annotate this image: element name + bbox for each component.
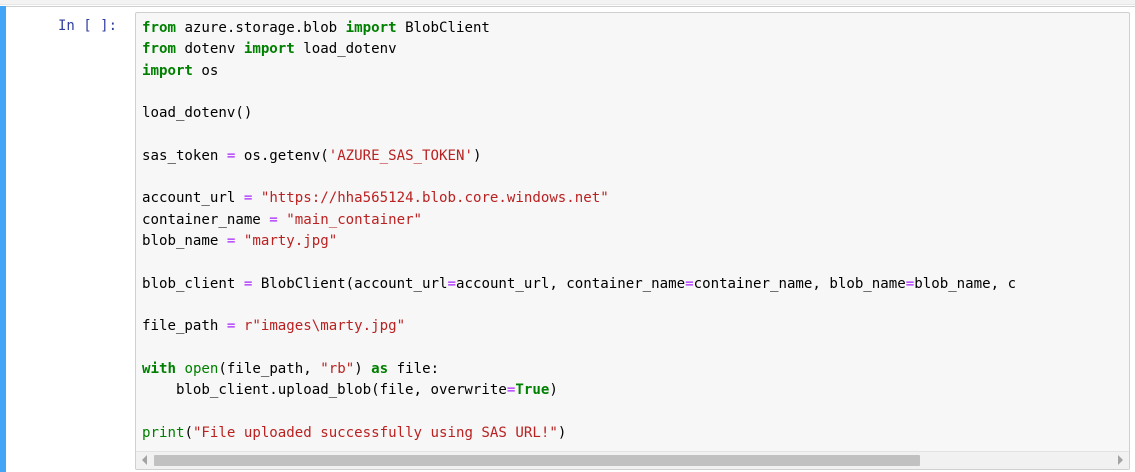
code-line[interactable]: load_dotenv() bbox=[142, 103, 1129, 124]
operator-token: = bbox=[685, 275, 694, 292]
scroll-left-arrow-icon[interactable] bbox=[142, 455, 147, 465]
code-line[interactable]: blob_client.upload_blob(file, overwrite=… bbox=[142, 380, 1129, 401]
operator-token: = bbox=[447, 275, 457, 292]
code-line[interactable]: file_path = r"images\marty.jpg" bbox=[142, 316, 1129, 337]
string-token: "marty.jpg" bbox=[243, 232, 338, 249]
string-token: "File uploaded successfully using SAS UR… bbox=[192, 424, 558, 441]
input-prompt: In [ ]: bbox=[58, 18, 118, 34]
builtin-token: print bbox=[142, 424, 185, 441]
keyword-token: import bbox=[142, 62, 193, 79]
code-token: blob_client.upload_blob(file, overwrite bbox=[142, 382, 507, 399]
code-line[interactable]: from azure.storage.blob import BlobClien… bbox=[142, 18, 1129, 39]
scroll-thumb[interactable] bbox=[154, 455, 920, 466]
code-line[interactable]: import os bbox=[142, 61, 1129, 82]
string-token: "https://hha565124.blob.core.windows.net… bbox=[260, 190, 609, 207]
code-token: ) bbox=[557, 424, 567, 441]
code-token: container_name bbox=[142, 211, 270, 228]
code-token: BlobClient bbox=[396, 20, 490, 36]
code-editor[interactable]: from azure.storage.blob import BlobClien… bbox=[135, 12, 1130, 470]
cell-selection-bar bbox=[0, 6, 6, 472]
code-line[interactable]: from dotenv import load_dotenv bbox=[142, 39, 1129, 60]
code-token: ) bbox=[549, 382, 558, 399]
operator-token: = bbox=[269, 211, 278, 228]
code-line[interactable] bbox=[142, 252, 1129, 273]
code-token: file: bbox=[388, 360, 440, 377]
code-line[interactable]: with open(file_path, "rb") as file: bbox=[142, 359, 1129, 380]
code-line[interactable]: sas_token = os.getenv('AZURE_SAS_TOKEN') bbox=[142, 146, 1129, 167]
code-token: file_path bbox=[142, 318, 227, 335]
code-line[interactable] bbox=[142, 82, 1129, 103]
code-token: ) bbox=[354, 360, 372, 377]
toolbar-divider bbox=[0, 0, 1135, 5]
string-token: r"images\marty.jpg" bbox=[243, 318, 406, 335]
keyword-token: with bbox=[142, 360, 176, 377]
builtin-token: open bbox=[184, 360, 219, 377]
code-token: os.getenv( bbox=[235, 147, 329, 164]
string-token: "rb" bbox=[320, 360, 355, 377]
operator-token: = bbox=[905, 275, 915, 292]
keyword-token: as bbox=[371, 360, 389, 377]
string-token: "main_container" bbox=[286, 211, 423, 228]
code-line[interactable] bbox=[142, 401, 1129, 422]
code-token: BlobClient(account_url bbox=[252, 275, 448, 292]
keyword-token: from bbox=[142, 20, 176, 36]
code-token: dotenv bbox=[175, 41, 244, 58]
code-token: blob_name bbox=[142, 232, 227, 249]
code-token: load_dotenv() bbox=[142, 105, 253, 122]
code-line[interactable] bbox=[142, 337, 1129, 358]
code-token: ) bbox=[472, 147, 482, 164]
code-line[interactable]: print("File uploaded successfully using … bbox=[142, 423, 1129, 444]
code-line[interactable] bbox=[142, 295, 1129, 316]
keyword-token: from bbox=[142, 41, 176, 58]
code-line[interactable] bbox=[142, 124, 1129, 145]
code-token: sas_token bbox=[142, 147, 227, 164]
code-token: os bbox=[192, 62, 219, 79]
code-line[interactable]: account_url = "https://hha565124.blob.co… bbox=[142, 188, 1129, 209]
code-token: account_url, container_name bbox=[456, 275, 686, 292]
code-token: container_name, blob_name bbox=[693, 275, 906, 292]
code-token: (file_path, bbox=[218, 360, 321, 377]
code-line[interactable] bbox=[142, 167, 1129, 188]
code-token: load_dotenv bbox=[294, 41, 397, 58]
horizontal-scrollbar[interactable] bbox=[136, 451, 1129, 469]
keyword-token: import bbox=[243, 41, 295, 58]
keyword-token: import bbox=[345, 20, 397, 36]
scroll-right-arrow-icon[interactable] bbox=[1118, 455, 1123, 465]
code-content[interactable]: from azure.storage.blob import BlobClien… bbox=[142, 18, 1129, 444]
keyword-token: True bbox=[515, 382, 550, 399]
code-line[interactable]: blob_name = "marty.jpg" bbox=[142, 231, 1129, 252]
code-token: account_url bbox=[142, 190, 244, 207]
code-token: blob_client bbox=[142, 275, 244, 292]
string-token: 'AZURE_SAS_TOKEN' bbox=[328, 147, 473, 164]
code-token: blob_name, c bbox=[914, 275, 1017, 292]
code-line[interactable]: container_name = "main_container" bbox=[142, 210, 1129, 231]
code-token: ( bbox=[184, 424, 193, 441]
code-line[interactable]: blob_client = BlobClient(account_url=acc… bbox=[142, 274, 1129, 295]
code-token: azure.storage.blob bbox=[175, 20, 346, 36]
